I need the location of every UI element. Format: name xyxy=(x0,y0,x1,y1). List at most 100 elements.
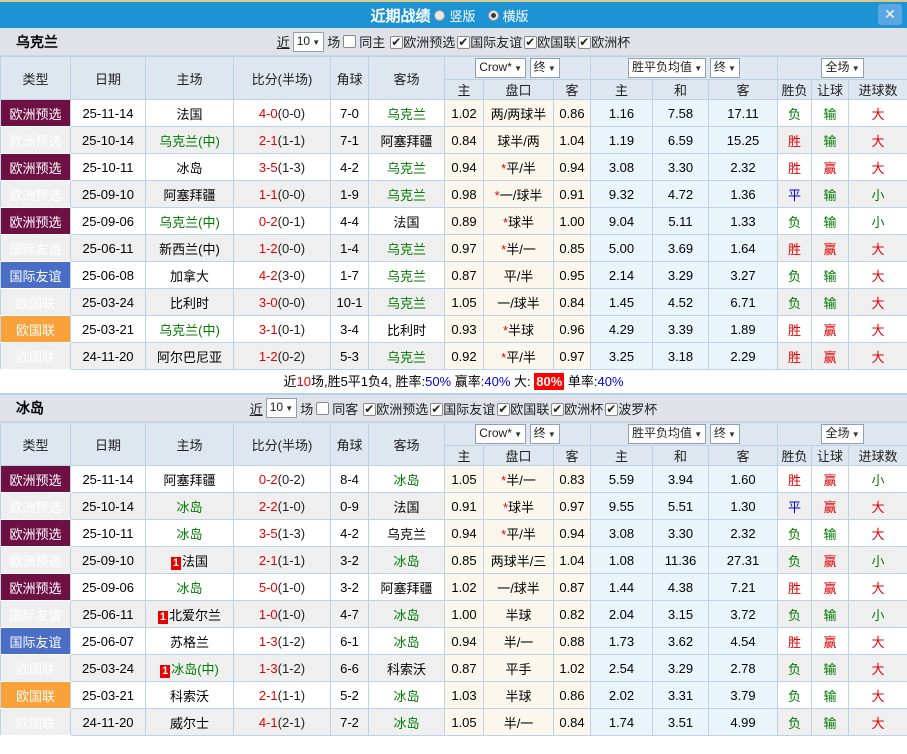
match-row: 欧洲预选 25-10-14 冰岛 2-2(1-0) 0-9 法国 0.91 *球… xyxy=(0,492,907,520)
col-avg-home: 主 xyxy=(590,445,653,466)
away-team-cell: 乌克兰 xyxy=(368,153,445,181)
odds-source-select[interactable]: Crow* xyxy=(475,58,527,78)
full-match-select[interactable]: 全场 xyxy=(821,424,864,444)
handicap-cell: 半/一 xyxy=(483,708,554,736)
match-count-select[interactable]: 10 xyxy=(265,398,298,418)
match-row: 欧洲预选 25-11-14 阿塞拜疆 0-2(0-2) 8-4 冰岛 1.05 … xyxy=(0,465,907,493)
league-label[interactable]: 国际友谊 xyxy=(443,402,495,417)
unit-label: 场 xyxy=(327,35,341,50)
home-team-name: 冰岛(中) xyxy=(171,661,219,677)
odds-home-cell: 1.05 xyxy=(444,288,484,316)
halftime-score: (1-1) xyxy=(277,552,306,568)
away-team-cell: 科索沃 xyxy=(368,654,445,682)
odds-final-select[interactable]: 终 xyxy=(529,58,560,78)
result-cell: 胜 xyxy=(777,342,813,370)
corners-cell: 0-9 xyxy=(330,492,369,520)
avg-draw-cell: 3.39 xyxy=(652,315,709,343)
league-checkbox[interactable] xyxy=(551,402,565,416)
away-team-name: 冰岛 xyxy=(393,607,420,623)
league-label[interactable]: 欧洲预选 xyxy=(403,35,455,50)
avg-home-cell: 2.02 xyxy=(590,681,653,709)
same-venue-label[interactable]: 同客 xyxy=(332,399,358,418)
away-team-cell: 法国 xyxy=(368,207,445,235)
league-checkbox[interactable] xyxy=(430,402,444,416)
fulltime-score: 1-1 xyxy=(258,186,278,202)
avg-away-cell: 2.32 xyxy=(707,153,779,181)
near-label[interactable]: 近 xyxy=(250,399,263,418)
handicap-text: 半/一 xyxy=(506,472,536,488)
league-label[interactable]: 波罗杯 xyxy=(618,402,657,417)
league-checkbox[interactable] xyxy=(457,35,471,49)
radio-vertical-label[interactable]: 竖版 xyxy=(449,6,475,25)
handicap-cell: 平/半 xyxy=(483,261,554,289)
near-label[interactable]: 近 xyxy=(277,32,290,51)
match-type-cell: 欧国联 xyxy=(0,654,71,682)
odds-source-select[interactable]: Crow* xyxy=(475,424,527,444)
halftime-score: (1-3) xyxy=(277,525,306,541)
fulltime-score: 4-0 xyxy=(258,105,278,121)
radio-horizontal-label[interactable]: 横版 xyxy=(503,6,529,25)
col-handicap-result: 让球 xyxy=(811,445,850,466)
col-type: 类型 xyxy=(0,56,71,100)
same-venue-checkbox[interactable] xyxy=(316,401,330,415)
league-checkbox[interactable] xyxy=(390,35,404,49)
col-corner: 角球 xyxy=(330,422,369,466)
handicap-result-cell: 输 xyxy=(811,180,850,208)
date-cell: 25-03-24 xyxy=(70,288,146,316)
odds-away-cell: 0.87 xyxy=(553,573,591,601)
handicap-text: 一/球半 xyxy=(499,187,543,203)
league-label[interactable]: 欧国联 xyxy=(510,402,549,417)
score-cell: 3-0(0-0) xyxy=(233,288,331,316)
home-team-cell: 冰岛 xyxy=(145,519,234,547)
league-checkbox[interactable] xyxy=(605,402,619,416)
league-checkbox[interactable] xyxy=(363,402,377,416)
league-label[interactable]: 欧洲杯 xyxy=(564,402,603,417)
col-avg-away: 客 xyxy=(707,79,779,100)
match-row: 国际友谊 25-06-08 加拿大 4-2(3-0) 1-7 乌克兰 0.87 … xyxy=(0,261,907,289)
col-avg-away: 客 xyxy=(707,445,779,466)
league-checkbox[interactable] xyxy=(497,402,511,416)
avg-home-cell: 3.08 xyxy=(590,519,653,547)
league-filter: 欧洲预选 xyxy=(390,35,455,50)
league-label[interactable]: 国际友谊 xyxy=(470,35,522,50)
radio-horizontal[interactable] xyxy=(487,9,499,21)
league-label[interactable]: 欧国联 xyxy=(537,35,576,50)
col-home: 主场 xyxy=(145,422,234,466)
avg-away-cell: 1.30 xyxy=(707,492,779,520)
score-cell: 4-1(2-1) xyxy=(233,708,331,736)
league-label[interactable]: 欧洲预选 xyxy=(376,402,428,417)
odds-group-header: Crow* 终 xyxy=(444,56,591,80)
league-checkbox[interactable] xyxy=(578,35,592,49)
avg-home-cell: 1.44 xyxy=(590,573,653,601)
same-venue-label[interactable]: 同主 xyxy=(359,32,385,51)
radio-vertical[interactable] xyxy=(434,9,446,21)
fulltime-score: 3-1 xyxy=(258,321,278,337)
fulltime-score: 0-2 xyxy=(258,213,278,229)
col-date: 日期 xyxy=(70,56,146,100)
odds-away-cell: 0.82 xyxy=(553,600,591,628)
handicap-result-cell: 输 xyxy=(811,681,850,709)
date-cell: 25-03-21 xyxy=(70,315,146,343)
halftime-score: (1-0) xyxy=(277,606,306,622)
league-filter: 欧国联 xyxy=(524,35,576,50)
summary-segment: 40% xyxy=(597,374,624,389)
home-team-name: 冰岛 xyxy=(176,580,203,596)
odds-final-select[interactable]: 终 xyxy=(529,424,560,444)
avg-final-select[interactable]: 终 xyxy=(709,424,740,444)
avg-select[interactable]: 胜平负均值 xyxy=(628,424,707,444)
odds-home-cell: 1.05 xyxy=(444,708,484,736)
league-checkbox[interactable] xyxy=(524,35,538,49)
close-icon[interactable]: ✕ xyxy=(878,4,902,25)
full-match-select[interactable]: 全场 xyxy=(821,58,864,78)
avg-select[interactable]: 胜平负均值 xyxy=(628,58,707,78)
same-venue-checkbox[interactable] xyxy=(343,35,357,48)
handicap-text: 平/半 xyxy=(506,526,536,542)
match-count-select[interactable]: 10 xyxy=(292,31,325,52)
halftime-score: (1-1) xyxy=(277,687,306,703)
corners-cell: 3-2 xyxy=(330,546,369,574)
score-cell: 1-2(0-2) xyxy=(233,342,331,370)
away-team-name: 科索沃 xyxy=(386,661,426,677)
league-label[interactable]: 欧洲杯 xyxy=(591,35,630,50)
avg-final-select[interactable]: 终 xyxy=(709,58,740,78)
col-odds-home: 主 xyxy=(444,79,484,100)
